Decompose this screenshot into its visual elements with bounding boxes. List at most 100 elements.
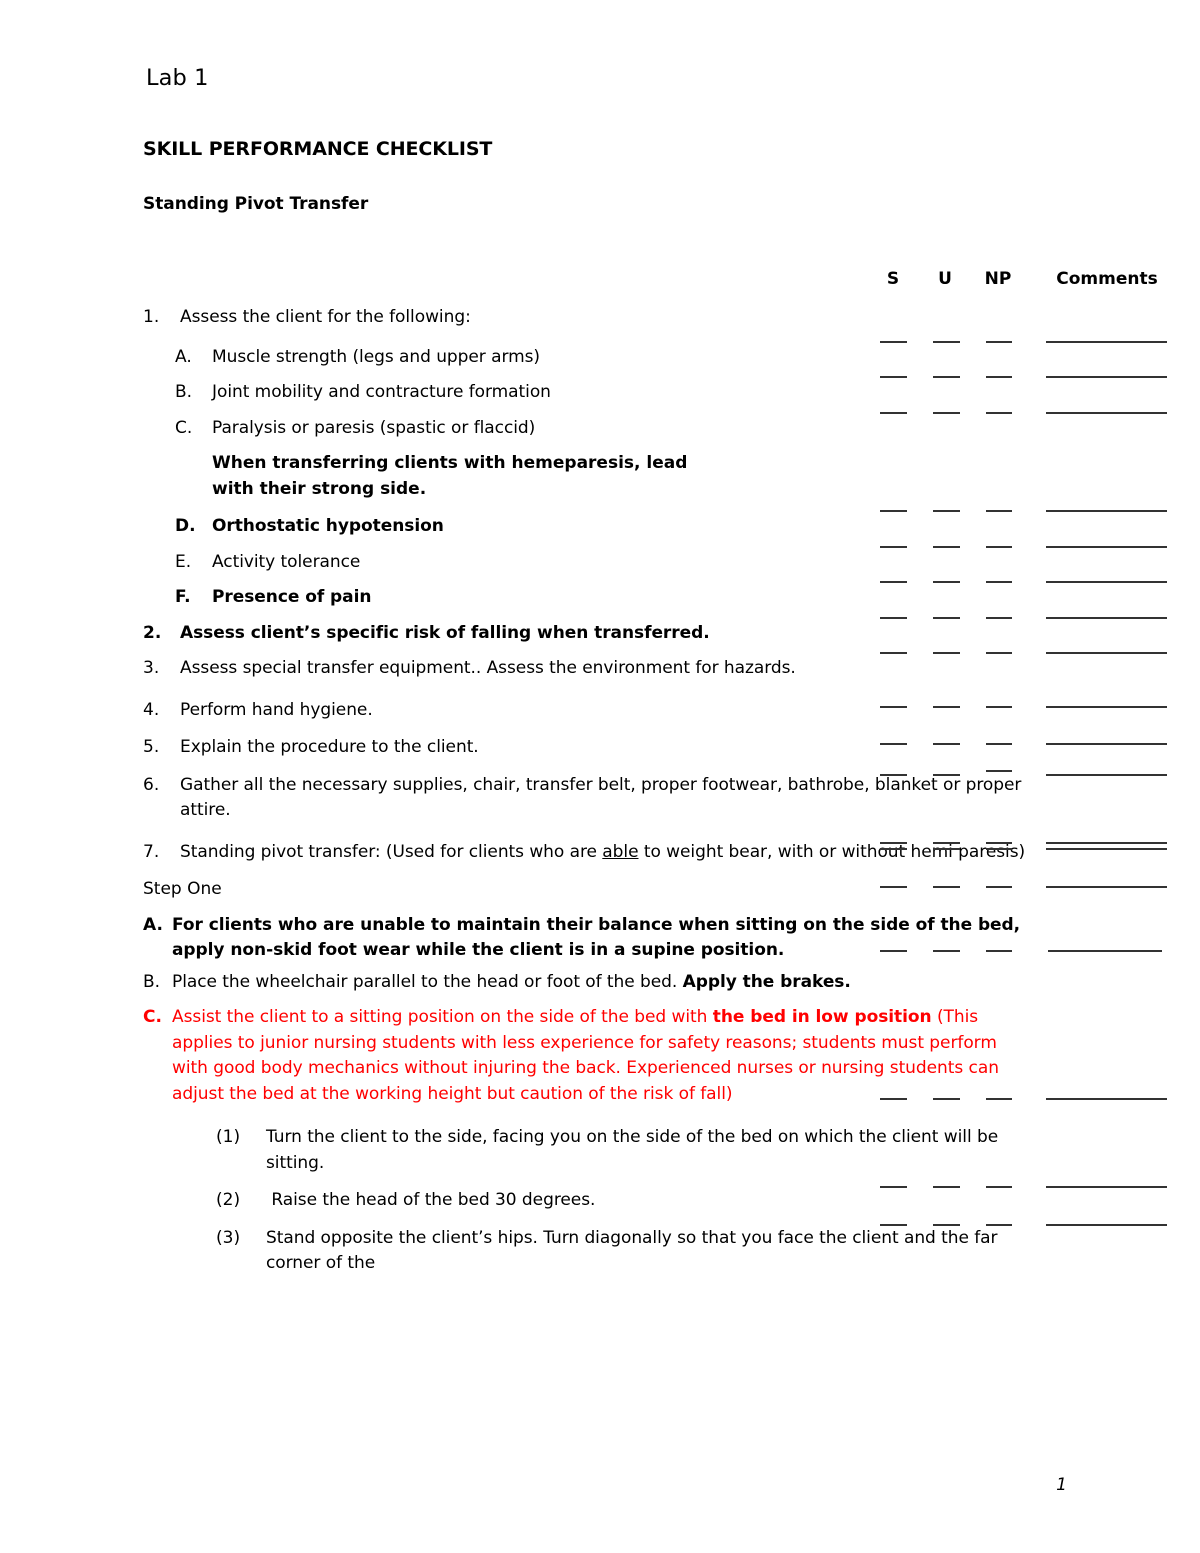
- checklist-row-1c: C. Paralysis or paresis (spastic or flac…: [143, 411, 1167, 442]
- checklist-row-2: 2. Assess client’s specific risk of fall…: [143, 616, 1167, 647]
- blank-comments[interactable]: [1046, 885, 1167, 888]
- item-marker: 1.: [143, 307, 160, 328]
- item-marker: C.: [175, 417, 193, 438]
- item-text: Turn the client to the side, facing you …: [266, 1127, 999, 1173]
- item-text: Muscle strength (legs and upper arms): [212, 346, 541, 367]
- blank-comments[interactable]: [1046, 1223, 1167, 1226]
- blank-comments[interactable]: [1046, 581, 1167, 584]
- checklist-row-step-a: A. For clients who are unable to maintai…: [143, 885, 1167, 964]
- item-text: Explain the procedure to the client.: [180, 737, 479, 758]
- item-marker: 5.: [143, 737, 160, 758]
- checklist-row-1a: A. Muscle strength (legs and upper arms): [143, 340, 1167, 371]
- blank-comments[interactable]: [1046, 841, 1167, 844]
- item-marker: C.: [143, 1007, 162, 1028]
- blank-comments[interactable]: [1046, 510, 1167, 513]
- blank-comments[interactable]: [1046, 743, 1167, 746]
- item-marker: (3): [216, 1227, 241, 1248]
- item-text: Place the wheelchair parallel to the hea…: [172, 970, 1033, 996]
- checklist-row-c2: (2) Raise the head of the bed 30 degrees…: [143, 1186, 1167, 1214]
- item-marker: 3.: [143, 658, 160, 679]
- item-text: Activity tolerance: [212, 551, 361, 572]
- checklist-row-4: 4. Perform hand hygiene.: [143, 698, 1167, 724]
- item-marker: (1): [216, 1127, 241, 1148]
- blank-comments[interactable]: [1046, 616, 1167, 619]
- checklist-item-2: 2. Assess client’s specific risk of fall…: [143, 621, 1033, 647]
- blank-comments[interactable]: [1046, 773, 1167, 776]
- blank-comments[interactable]: [1046, 545, 1167, 548]
- item-text: Orthostatic hypotension: [212, 516, 444, 537]
- page-number: 1: [1056, 1475, 1067, 1495]
- checklist-row-step-c: C. Assist the client to a sitting positi…: [143, 848, 1167, 1107]
- checklist-row-1b: B. Joint mobility and contracture format…: [143, 376, 1167, 406]
- checklist-item-step-a: A. For clients who are unable to maintai…: [143, 913, 1033, 964]
- item-text: Assist the client to a sitting position …: [172, 1005, 1033, 1107]
- column-header-row: S U NP Comments: [143, 269, 1158, 295]
- column-header-comments: Comments: [1056, 269, 1158, 290]
- checklist-item-1e: E. Activity tolerance: [175, 550, 1033, 576]
- blank-comments[interactable]: [1046, 705, 1167, 708]
- item-marker: F.: [175, 587, 191, 608]
- item-text-bold: the bed in low position: [712, 1007, 932, 1028]
- column-header-u: U: [938, 269, 952, 290]
- checklist-item-5: 5. Explain the procedure to the client.: [143, 735, 1033, 761]
- item-marker: A.: [175, 346, 192, 367]
- checklist-item-step-b: B. Place the wheelchair parallel to the …: [143, 970, 1033, 996]
- checklist-row-5: 5. Explain the procedure to the client.: [143, 735, 1167, 761]
- checklist-item-1c: C. Paralysis or paresis (spastic or flac…: [175, 416, 1033, 442]
- item-text-underlined: able: [602, 841, 639, 862]
- item-text-part1: Standing pivot transfer: (Used for clien…: [180, 841, 603, 862]
- item-text: Assess client’s specific risk of falling…: [180, 622, 710, 643]
- checklist-item-c2: (2) Raise the head of the bed 30 degrees…: [216, 1188, 1033, 1214]
- checklist-item-c3: (3) Stand opposite the client’s hips. Tu…: [216, 1226, 1033, 1277]
- item-text: For clients who are unable to maintain t…: [172, 914, 1021, 961]
- item-marker: D.: [175, 516, 196, 537]
- blank-comments[interactable]: [1046, 848, 1167, 851]
- blank-comments[interactable]: [1046, 411, 1167, 414]
- checklist-item-1f: F. Presence of pain: [175, 585, 1033, 611]
- item-text: Assess the client for the following:: [180, 307, 471, 328]
- item-text: Gather all the necessary supplies, chair…: [180, 774, 1022, 821]
- item-text: Stand opposite the client’s hips. Turn d…: [266, 1227, 998, 1274]
- checklist-item-3: 3. Assess special transfer equipment.. A…: [143, 656, 1033, 682]
- item-marker: 2.: [143, 622, 162, 643]
- blank-comments[interactable]: [1048, 949, 1162, 952]
- column-header-s: S: [886, 269, 900, 290]
- skill-name: Standing Pivot Transfer: [143, 193, 369, 214]
- checklist-row-1e: E. Activity tolerance: [143, 545, 1167, 576]
- item-text: Paralysis or paresis (spastic or flaccid…: [212, 417, 536, 438]
- item-text-bold: Apply the brakes.: [682, 971, 851, 992]
- item-marker: 6.: [143, 774, 160, 795]
- blank-comments[interactable]: [1046, 340, 1167, 343]
- blank-comments[interactable]: [1046, 376, 1167, 379]
- blank-comments[interactable]: [1046, 1098, 1167, 1101]
- checklist-item-1b: B. Joint mobility and contracture format…: [175, 380, 1033, 406]
- document-body: Lab 1 SKILL PERFORMANCE CHECKLIST Standi…: [143, 64, 1167, 1277]
- blank-comments[interactable]: [1046, 652, 1167, 655]
- checklist-item-1a: A. Muscle strength (legs and upper arms): [175, 345, 1033, 371]
- item-text: Raise the head of the bed 30 degrees.: [266, 1190, 596, 1211]
- item-marker: 7.: [143, 841, 160, 862]
- step-one-label: Step One: [143, 879, 222, 900]
- checklist-item-step-c: C. Assist the client to a sitting positi…: [143, 1005, 1033, 1107]
- item-text-regular: Place the wheelchair parallel to the hea…: [172, 971, 683, 992]
- checklist-row-c1: (1) Turn the client to the side, facing …: [143, 1098, 1167, 1176]
- hemeparesis-note: When transferring clients with hemepares…: [212, 453, 688, 499]
- item-text-part2: to weight bear, with or without hemi par…: [638, 841, 1026, 862]
- item-text-part1: Assist the client to a sitting position …: [172, 1007, 713, 1028]
- item-text: Joint mobility and contracture formation: [212, 382, 551, 403]
- item-marker: E.: [175, 551, 192, 572]
- column-header-np: NP: [984, 269, 1012, 290]
- checklist-item-7: 7. Standing pivot transfer: (Used for cl…: [143, 840, 1033, 866]
- checklist-title: SKILL PERFORMANCE CHECKLIST: [143, 138, 493, 161]
- blank-comments[interactable]: [1046, 1186, 1167, 1189]
- checklist-item-1d: D. Orthostatic hypotension: [175, 514, 1033, 540]
- item-text: Perform hand hygiene.: [180, 699, 373, 720]
- checklist-row-6: 6. Gather all the necessary supplies, ch…: [143, 769, 1167, 824]
- checklist-item-6: 6. Gather all the necessary supplies, ch…: [143, 773, 1033, 824]
- item-text: Presence of pain: [212, 587, 372, 608]
- item-marker: A.: [143, 914, 163, 935]
- checklist-row-1f: F. Presence of pain: [143, 581, 1167, 611]
- checklist-item-c1: (1) Turn the client to the side, facing …: [216, 1125, 1033, 1176]
- checklist-row-step-b: B. Place the wheelchair parallel to the …: [143, 949, 1162, 996]
- checklist-item-4: 4. Perform hand hygiene.: [143, 698, 1033, 724]
